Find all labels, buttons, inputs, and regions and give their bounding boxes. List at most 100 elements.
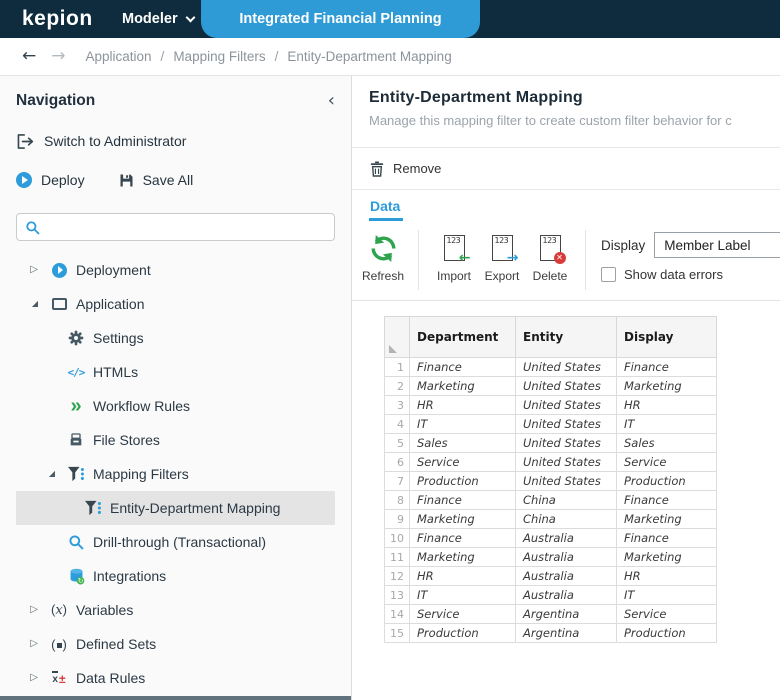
row-number-cell[interactable]: 4 bbox=[384, 414, 410, 434]
department-cell[interactable]: Finance bbox=[409, 528, 516, 548]
department-cell[interactable]: Finance bbox=[409, 490, 516, 510]
row-number-cell[interactable]: 5 bbox=[384, 433, 410, 453]
row-number-cell[interactable]: 2 bbox=[384, 376, 410, 396]
breadcrumb-item[interactable]: Application bbox=[86, 49, 152, 64]
row-number-cell[interactable]: 10 bbox=[384, 528, 410, 548]
display-cell[interactable]: HR bbox=[616, 566, 717, 586]
collapse-node-icon[interactable]: ◢ bbox=[39, 470, 55, 478]
forward-arrow-icon[interactable]: → bbox=[51, 48, 65, 65]
display-cell[interactable]: Service bbox=[616, 452, 717, 472]
display-cell[interactable]: IT bbox=[616, 414, 717, 434]
sidebar-item-integrations[interactable]: ↻ Integrations bbox=[16, 559, 335, 593]
display-cell[interactable]: Finance bbox=[616, 357, 717, 377]
modeler-menu[interactable]: Modeler bbox=[122, 11, 196, 27]
expand-node-icon[interactable]: ▷ bbox=[22, 673, 38, 683]
entity-cell[interactable]: China bbox=[515, 490, 617, 510]
sidebar-item-defined-sets[interactable]: ▷ () Defined Sets bbox=[16, 627, 335, 661]
display-cell[interactable]: Finance bbox=[616, 490, 717, 510]
sidebar-item-data-rules[interactable]: ▷ x ± Data Rules bbox=[16, 661, 335, 695]
entity-cell[interactable]: United States bbox=[515, 433, 617, 453]
switch-to-administrator-button[interactable]: Switch to Administrator bbox=[16, 131, 335, 151]
row-number-cell[interactable]: 11 bbox=[384, 547, 410, 567]
department-cell[interactable]: IT bbox=[409, 414, 516, 434]
display-cell[interactable]: HR bbox=[616, 395, 717, 415]
breadcrumb-item[interactable]: Mapping Filters bbox=[173, 49, 265, 64]
department-cell[interactable]: HR bbox=[409, 566, 516, 586]
row-number-cell[interactable]: 6 bbox=[384, 452, 410, 472]
display-cell[interactable]: Finance bbox=[616, 528, 717, 548]
expand-node-icon[interactable]: ▷ bbox=[22, 639, 38, 649]
row-number-cell[interactable]: 8 bbox=[384, 490, 410, 510]
collapse-node-icon[interactable]: ◢ bbox=[22, 300, 38, 308]
entity-cell[interactable]: Australia bbox=[515, 585, 617, 605]
kepion-logo[interactable]: kepion bbox=[22, 7, 93, 31]
expand-node-icon[interactable]: ▷ bbox=[22, 605, 38, 615]
sidebar-item-drill-through-transactional[interactable]: Drill-through (Transactional) bbox=[16, 525, 335, 559]
department-cell[interactable]: Finance bbox=[409, 357, 516, 377]
column-header-display[interactable]: Display bbox=[616, 316, 717, 358]
sidebar-item-application[interactable]: ◢ Application bbox=[16, 287, 335, 321]
department-cell[interactable]: Production bbox=[409, 471, 516, 491]
entity-cell[interactable]: Australia bbox=[515, 566, 617, 586]
export-button[interactable]: 123 → Export bbox=[478, 227, 526, 285]
row-number-cell[interactable]: 15 bbox=[384, 623, 410, 643]
entity-cell[interactable]: Australia bbox=[515, 528, 617, 548]
entity-cell[interactable]: Australia bbox=[515, 547, 617, 567]
expand-node-icon[interactable]: ▷ bbox=[22, 265, 38, 275]
grid-select-all-corner[interactable] bbox=[384, 316, 410, 358]
row-number-cell[interactable]: 7 bbox=[384, 471, 410, 491]
row-number-cell[interactable]: 9 bbox=[384, 509, 410, 529]
display-cell[interactable]: Service bbox=[616, 604, 717, 624]
entity-cell[interactable]: United States bbox=[515, 357, 617, 377]
entity-cell[interactable]: Argentina bbox=[515, 604, 617, 624]
entity-cell[interactable]: Argentina bbox=[515, 623, 617, 643]
deploy-button[interactable]: Deploy bbox=[16, 170, 85, 190]
row-number-cell[interactable]: 3 bbox=[384, 395, 410, 415]
sidebar-item-variables[interactable]: ▷ (x) Variables bbox=[16, 593, 335, 627]
sidebar-item-settings[interactable]: Settings bbox=[16, 321, 335, 355]
sidebar-scrollbar[interactable] bbox=[0, 696, 351, 700]
column-header-entity[interactable]: Entity bbox=[515, 316, 617, 358]
display-cell[interactable]: Marketing bbox=[616, 376, 717, 396]
department-cell[interactable]: Service bbox=[409, 604, 516, 624]
sidebar-item-htmls[interactable]: </> HTMLs bbox=[16, 355, 335, 389]
sidebar-item-mapping-filters[interactable]: ◢ Mapping Filters bbox=[16, 457, 335, 491]
entity-cell[interactable]: United States bbox=[515, 376, 617, 396]
collapse-panel-icon[interactable]: ‹ bbox=[328, 92, 335, 110]
display-cell[interactable]: Marketing bbox=[616, 509, 717, 529]
department-cell[interactable]: Service bbox=[409, 452, 516, 472]
department-cell[interactable]: HR bbox=[409, 395, 516, 415]
department-cell[interactable]: Marketing bbox=[409, 509, 516, 529]
department-cell[interactable]: IT bbox=[409, 585, 516, 605]
refresh-button[interactable]: Refresh bbox=[359, 227, 407, 285]
entity-cell[interactable]: United States bbox=[515, 471, 617, 491]
sidebar-item-workflow-rules[interactable]: » Workflow Rules bbox=[16, 389, 335, 423]
sidebar-item-file-stores[interactable]: File Stores bbox=[16, 423, 335, 457]
tab-integrated-financial-planning[interactable]: Integrated Financial Planning bbox=[201, 0, 480, 38]
display-cell[interactable]: Sales bbox=[616, 433, 717, 453]
search-input[interactable] bbox=[47, 219, 326, 235]
department-cell[interactable]: Marketing bbox=[409, 547, 516, 567]
display-select[interactable]: Member Label bbox=[654, 232, 780, 258]
row-number-cell[interactable]: 12 bbox=[384, 566, 410, 586]
delete-button[interactable]: 123 ✕ Delete bbox=[526, 227, 574, 285]
show-data-errors-checkbox[interactable] bbox=[601, 267, 616, 282]
back-arrow-icon[interactable]: ← bbox=[22, 48, 36, 65]
remove-button[interactable]: Remove bbox=[352, 148, 780, 189]
import-button[interactable]: 123 ← Import bbox=[430, 227, 478, 285]
breadcrumb-item[interactable]: Entity-Department Mapping bbox=[287, 49, 451, 64]
column-header-department[interactable]: Department bbox=[409, 316, 516, 358]
department-cell[interactable]: Sales bbox=[409, 433, 516, 453]
save-all-button[interactable]: Save All bbox=[119, 170, 193, 190]
department-cell[interactable]: Marketing bbox=[409, 376, 516, 396]
display-cell[interactable]: Production bbox=[616, 471, 717, 491]
tab-data[interactable]: Data bbox=[369, 198, 404, 221]
row-number-cell[interactable]: 13 bbox=[384, 585, 410, 605]
display-cell[interactable]: Marketing bbox=[616, 547, 717, 567]
entity-cell[interactable]: United States bbox=[515, 395, 617, 415]
department-cell[interactable]: Production bbox=[409, 623, 516, 643]
row-number-cell[interactable]: 1 bbox=[384, 357, 410, 377]
display-cell[interactable]: Production bbox=[616, 623, 717, 643]
sidebar-item-entity-department-mapping[interactable]: Entity-Department Mapping bbox=[16, 491, 335, 525]
entity-cell[interactable]: United States bbox=[515, 452, 617, 472]
